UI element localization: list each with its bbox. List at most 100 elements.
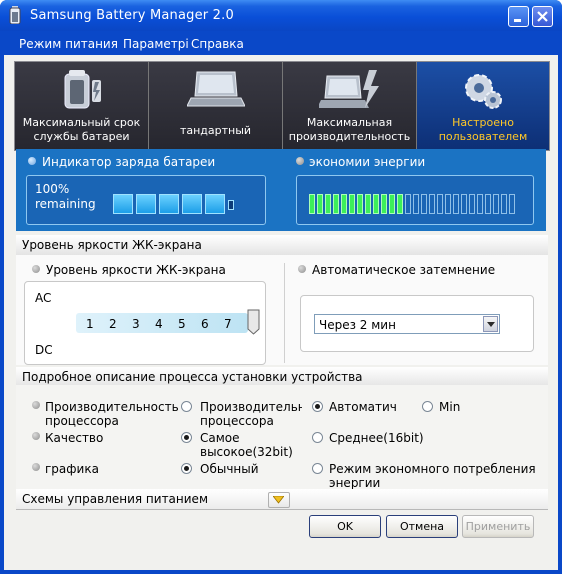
mode-max-performance[interactable]: Максимальная производительность	[283, 62, 417, 150]
energy-segment	[437, 194, 443, 214]
energy-segment	[317, 194, 323, 214]
close-button[interactable]	[532, 6, 553, 27]
cpu-label: Производительность процессора	[45, 400, 179, 428]
divider	[284, 263, 285, 363]
quality-label: Качество	[45, 431, 104, 445]
energy-segment	[421, 194, 427, 214]
energy-saving-label: экономии энергии	[309, 155, 426, 169]
apply-button[interactable]: Применить	[462, 515, 534, 538]
energy-segment	[501, 194, 507, 214]
cpu-auto-option: Автоматич	[329, 400, 397, 414]
mode-standard[interactable]: тандартный	[149, 62, 283, 150]
section-title: Уровень яркости ЖК-экрана	[22, 238, 202, 252]
graphics-normal-radio[interactable]	[181, 463, 192, 474]
dc-label: DC	[35, 343, 53, 357]
energy-segment	[365, 194, 371, 214]
auto-dim-label: Автоматическое затемнение	[312, 263, 496, 277]
quality-medium-radio[interactable]	[312, 432, 323, 443]
cpu-auto-radio[interactable]	[312, 401, 323, 412]
section-title: Подробное описание процесса установки ус…	[22, 370, 363, 384]
quality-high-radio[interactable]	[181, 432, 192, 443]
quality-high-option: Самое высокое(32bit)	[200, 431, 293, 459]
energy-segment	[429, 194, 435, 214]
energy-segment	[413, 194, 419, 214]
brightness-label: Уровень яркости ЖК-экрана	[46, 263, 226, 277]
energy-segment	[453, 194, 459, 214]
graphics-saving-option: Режим экономного потребления энергии	[329, 462, 536, 490]
dropdown-button[interactable]	[483, 316, 498, 332]
brightness-level: 6	[201, 317, 209, 331]
energy-segment	[309, 194, 315, 214]
client-area: Максимальный срок службы батареи тандарт…	[4, 55, 558, 570]
energy-segment	[397, 194, 403, 214]
battery-cell	[205, 194, 225, 214]
energy-segment	[445, 194, 451, 214]
brightness-level: 1	[86, 317, 94, 331]
laptop-icon	[187, 71, 245, 107]
mode-user-defined[interactable]: Настроено пользователем	[417, 62, 549, 150]
bullet-icon	[32, 265, 40, 273]
chevron-down-icon	[487, 322, 495, 327]
expand-button[interactable]	[268, 492, 290, 508]
bullet-icon	[298, 265, 306, 273]
brightness-level: 2	[109, 317, 117, 331]
energy-saving-meter	[309, 194, 523, 214]
energy-segment	[461, 194, 467, 214]
battery-indicator-label: Индикатор заряда батареи	[42, 155, 216, 169]
brightness-level: 4	[155, 317, 163, 331]
cpu-performance-radio[interactable]	[181, 401, 192, 412]
energy-segment	[477, 194, 483, 214]
minimize-button[interactable]	[508, 6, 529, 27]
mode-max-battery-life[interactable]: Максимальный срок службы батареи	[15, 62, 149, 150]
bullet-icon	[32, 463, 40, 471]
energy-segment	[485, 194, 491, 214]
brightness-level: 3	[132, 317, 140, 331]
energy-segment	[509, 194, 515, 214]
graphics-normal-option: Обычный	[200, 462, 259, 476]
close-icon	[537, 11, 548, 22]
menu-bar: Режим питания Параметрі Справка	[4, 31, 558, 55]
mode-label: Максимальный срок службы батареи	[22, 116, 141, 143]
battery-cell	[113, 194, 133, 214]
battery-tip	[228, 200, 234, 210]
energy-segment	[405, 194, 411, 214]
energy-segment	[333, 194, 339, 214]
mode-label: Настроено пользователем	[438, 116, 528, 143]
chevron-down-icon	[273, 496, 284, 504]
menu-help[interactable]: Справка	[191, 37, 244, 51]
battery-app-icon	[9, 6, 21, 24]
cancel-button[interactable]: Отмена	[386, 515, 458, 538]
energy-segment	[325, 194, 331, 214]
mode-label: тандартный	[179, 124, 252, 137]
bullet-icon	[296, 157, 304, 165]
auto-dim-select[interactable]: Через 2 мин	[314, 314, 500, 334]
window-title: Samsung Battery Manager 2.0	[30, 8, 234, 23]
menu-parameters[interactable]: Параметрі	[123, 37, 189, 51]
graphics-saving-radio[interactable]	[312, 463, 323, 474]
battery-cell	[182, 194, 202, 214]
quality-medium-option: Среднее(16bit)	[329, 431, 424, 445]
brightness-section-header: Уровень яркости ЖК-экрана	[16, 235, 548, 256]
cpu-min-radio[interactable]	[422, 401, 433, 412]
section-title: Схемы управления питанием	[22, 492, 208, 506]
energy-segment	[349, 194, 355, 214]
ac-label: AC	[35, 291, 52, 305]
slider-thumb-icon[interactable]	[247, 309, 260, 335]
bullet-icon	[28, 157, 36, 165]
gears-icon	[465, 74, 502, 109]
menu-power-mode[interactable]: Режим питания	[19, 37, 118, 51]
battery-cell	[136, 194, 156, 214]
title-bar[interactable]: Samsung Battery Manager 2.0	[0, 0, 562, 31]
energy-segment	[469, 194, 475, 214]
energy-segment	[381, 194, 387, 214]
bullet-icon	[32, 401, 40, 409]
ok-button[interactable]: OK	[309, 515, 381, 538]
cpu-min-option: Min	[439, 400, 461, 414]
battery-percent: 100%	[35, 182, 70, 196]
graphics-label: графика	[45, 462, 99, 476]
app-window: Samsung Battery Manager 2.0 Режим питани…	[0, 0, 562, 574]
power-mode-tabs: Максимальный срок службы батареи тандарт…	[14, 61, 550, 151]
laptop-lightning-icon	[319, 70, 379, 108]
battery-icon	[64, 70, 101, 109]
energy-segment	[357, 194, 363, 214]
